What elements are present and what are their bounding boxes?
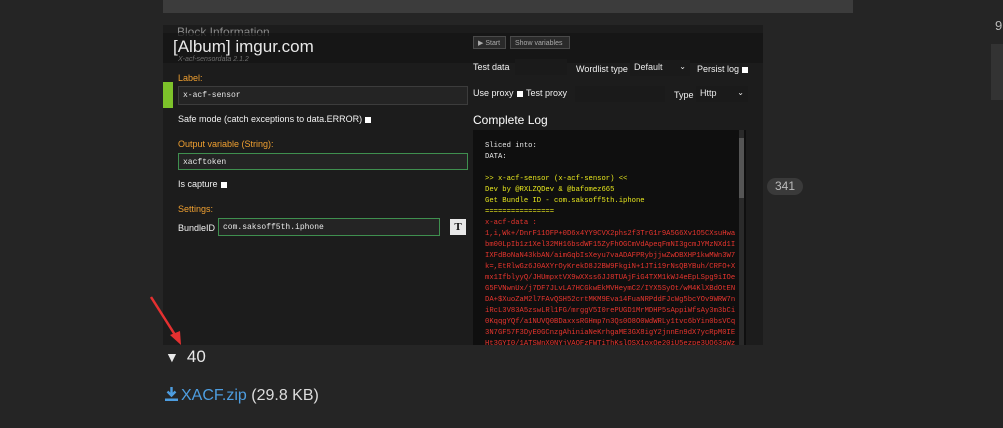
type-value: Http: [700, 88, 717, 98]
is-capture-label: Is capture: [178, 179, 218, 189]
use-proxy-box[interactable]: [516, 90, 523, 97]
complete-log-title: Complete Log: [473, 113, 548, 127]
thread-count: 40: [186, 347, 206, 366]
chevron-down-icon: ⌄: [737, 88, 744, 97]
test-data-input[interactable]: [515, 59, 567, 75]
log-spacer: [485, 163, 738, 174]
block-color-bar: [163, 82, 173, 108]
start-label: Start: [485, 40, 501, 47]
is-capture-checkbox[interactable]: Is capture: [178, 179, 227, 189]
persist-log-box[interactable]: [742, 66, 749, 73]
settings-title: Settings:: [178, 204, 214, 214]
wordlist-type-value: Default: [634, 62, 663, 72]
start-button[interactable]: ▶ Start: [473, 36, 506, 49]
test-data-label: Test data: [473, 62, 510, 72]
embedded-screenshot[interactable]: Block Information [Album] imgur.com ▶ St…: [163, 25, 763, 345]
bundle-id-input[interactable]: com.saksoff5th.iphone: [218, 218, 440, 236]
top-banner: [163, 0, 853, 13]
log-line: Sliced into:: [485, 142, 537, 150]
label-input[interactable]: x-acf-sensor: [178, 86, 468, 105]
is-capture-box[interactable]: [220, 181, 227, 188]
persist-log-checkbox[interactable]: Persist log: [697, 64, 749, 74]
safe-mode-checkbox[interactable]: Safe mode (catch exceptions to data.ERRO…: [178, 114, 372, 124]
wordlist-type-select[interactable]: Default ⌄: [630, 60, 690, 76]
chevron-down-icon: ⌄: [679, 62, 686, 71]
label-title: Label:: [178, 73, 203, 83]
type-label: Type: [674, 90, 694, 100]
attachment-size: (29.8 KB): [251, 387, 319, 404]
corner-digit: 9: [995, 18, 1003, 33]
log-line: >> x-acf-sensor (x-acf-sensor) <<: [485, 175, 628, 183]
count-badge[interactable]: 341: [767, 178, 803, 195]
log-line: DATA:: [485, 153, 507, 161]
safe-mode-label: Safe mode (catch exceptions to data.ERRO…: [178, 114, 363, 124]
log-line: ================: [485, 208, 555, 216]
log-encoded: 1,i,Wk+/DnrF11OFP+0D6x4YY9CVX2phs2f3TrG1…: [485, 230, 736, 345]
use-proxy-checkbox[interactable]: Use proxy: [473, 88, 523, 98]
log-text: Sliced into: DATA: >> x-acf-sensor (x-acf…: [473, 130, 746, 345]
safe-mode-box[interactable]: [365, 116, 372, 123]
wordlist-type-label: Wordlist type: [576, 64, 628, 74]
log-line: Dev by @RXLZQDev & @bafomez665: [485, 186, 615, 194]
attachment: XACF.zip (29.8 KB): [165, 387, 319, 405]
show-variables-button[interactable]: Show variables: [510, 36, 570, 49]
log-panel[interactable]: Sliced into: DATA: >> x-acf-sensor (x-acf…: [473, 130, 746, 345]
output-variable-title: Output variable (String):: [178, 139, 274, 149]
log-line: Get Bundle ID - com.saksoff5th.iphone: [485, 197, 645, 205]
text-format-button[interactable]: T: [450, 219, 466, 235]
test-proxy-label: Test proxy: [526, 88, 568, 98]
album-title[interactable]: [Album] imgur.com: [173, 37, 314, 57]
block-subtitle: X-acf-sensordata 2.1.2: [178, 56, 249, 63]
use-proxy-label: Use proxy: [473, 88, 514, 98]
attachment-link[interactable]: XACF.zip: [181, 387, 247, 404]
triangle-down-icon: ▼: [165, 349, 179, 365]
thread-toggle[interactable]: ▼ 40: [165, 347, 206, 367]
type-select[interactable]: Http ⌄: [696, 86, 748, 102]
right-edge-panel: [991, 44, 1003, 100]
output-variable-input[interactable]: xacftoken: [178, 153, 468, 170]
red-arrow-icon: [149, 296, 181, 345]
download-icon[interactable]: [165, 387, 178, 401]
log-line: x-acf-data :: [485, 219, 537, 227]
test-proxy-input[interactable]: [575, 86, 665, 102]
persist-log-label: Persist log: [697, 64, 740, 74]
bundle-id-label: BundleID: [178, 223, 216, 233]
log-scrollbar-thumb[interactable]: [739, 138, 744, 198]
